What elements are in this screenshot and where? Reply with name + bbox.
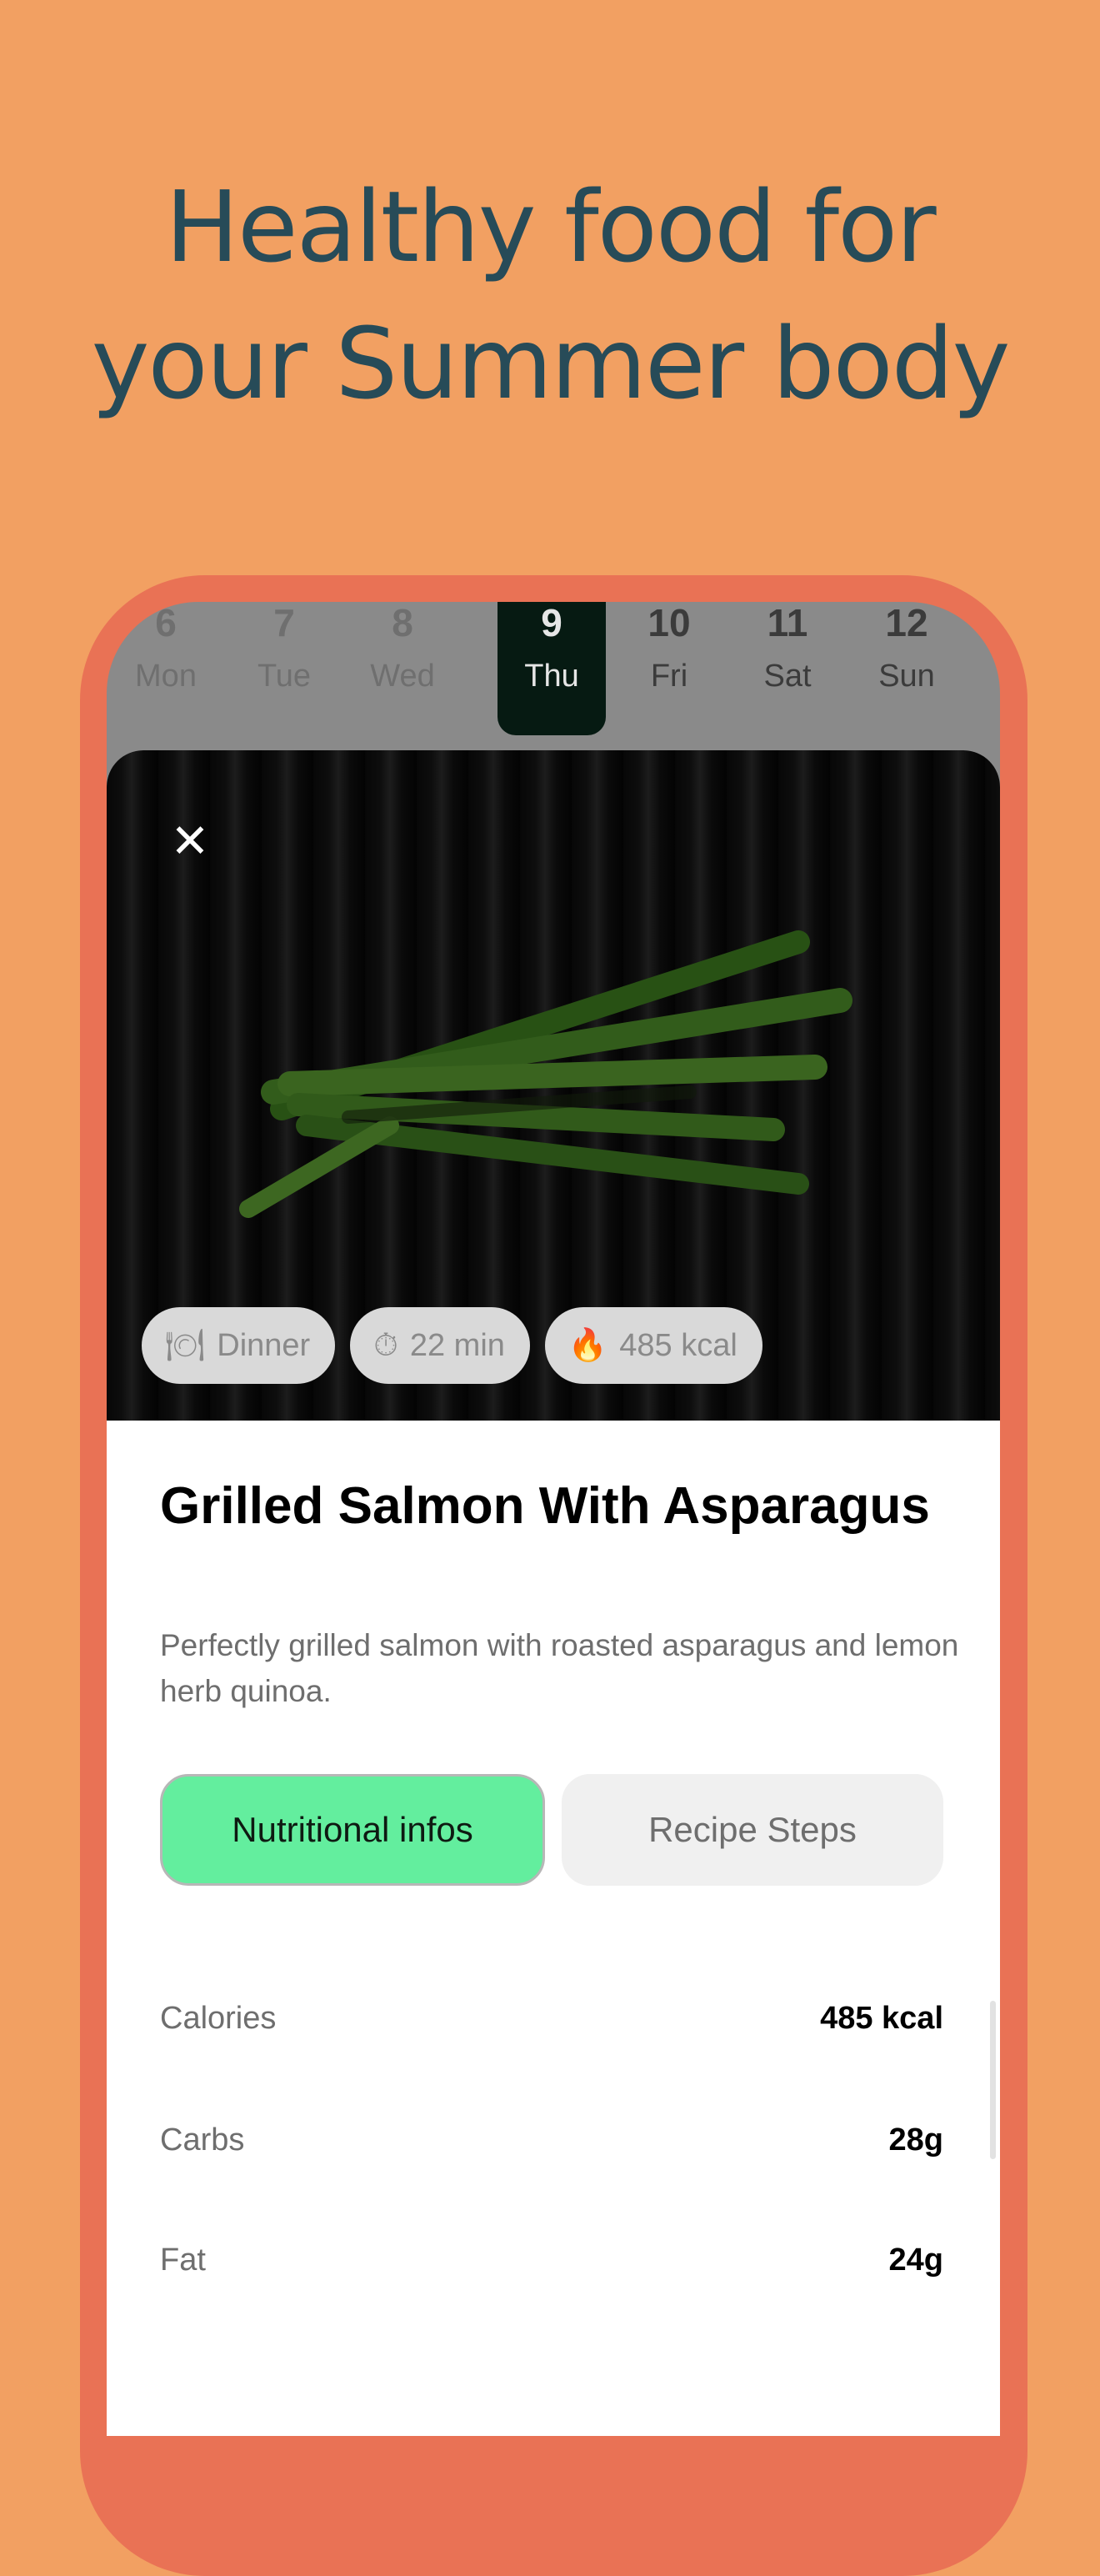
fire-icon: 🔥 <box>568 1328 608 1363</box>
day-label: Sat <box>763 659 812 694</box>
day-label: Fri <box>650 659 688 694</box>
day-picker: 6 Mon 7 Tue 8 Wed 9 Thu 10 Fri 11 Sat 12… <box>107 602 1000 744</box>
day-wed[interactable]: 8 Wed <box>348 602 457 735</box>
day-number: 12 <box>885 602 928 644</box>
day-label: Sun <box>878 659 935 694</box>
day-sun[interactable]: 12 Sun <box>852 602 961 735</box>
chip-label: Dinner <box>217 1328 311 1363</box>
day-label: Wed <box>370 659 435 694</box>
day-thu-selected[interactable]: 9 Thu <box>498 602 606 735</box>
day-number: 6 <box>155 602 177 644</box>
day-number: 7 <box>273 602 295 644</box>
day-fri[interactable]: 10 Fri <box>615 602 723 735</box>
recipe-sheet: ✕ 🍽 Dinner ⏱ 22 min 🔥 485 kcal Grilled Salmon… <box>107 750 1000 2436</box>
day-label: Thu <box>524 659 579 694</box>
phone-screen: 6 Mon 7 Tue 8 Wed 9 Thu 10 Fri 11 Sat 12… <box>107 602 1000 2436</box>
recipe-description: Perfectly grilled salmon with roasted as… <box>160 1628 959 1708</box>
tab-recipe-steps[interactable]: Recipe Steps <box>562 1774 943 1886</box>
nutrition-value: 24g <box>888 2243 943 2278</box>
nutrition-value: 28g <box>888 2122 943 2158</box>
plate-icon: 🍽 <box>165 1328 206 1363</box>
chip-label: 22 min <box>409 1328 505 1363</box>
day-number: 9 <box>541 602 562 644</box>
nutrition-row-calories: Calories 485 kcal <box>160 2001 943 2051</box>
headline-line-1: Healthy food for <box>165 169 936 284</box>
headline-line-2: your Summer body <box>91 306 1011 421</box>
chip-label: 485 kcal <box>619 1328 738 1363</box>
day-number: 11 <box>767 602 808 644</box>
recipe-chips: 🍽 Dinner ⏱ 22 min 🔥 485 kcal <box>142 1307 778 1384</box>
day-label: Tue <box>257 659 312 694</box>
day-mon[interactable]: 6 Mon <box>112 602 220 735</box>
nutrition-row-fat: Fat 24g <box>160 2243 943 2293</box>
day-number: 10 <box>648 602 691 644</box>
day-label: Mon <box>135 659 197 694</box>
recipe-photo: ✕ 🍽 Dinner ⏱ 22 min 🔥 485 kcal <box>107 750 1000 1421</box>
scrollbar[interactable] <box>990 2001 996 2159</box>
tab-nutritional-infos[interactable]: Nutritional infos <box>160 1774 545 1886</box>
meal-type-chip: 🍽 Dinner <box>142 1307 336 1384</box>
nutrition-label: Fat <box>160 2243 206 2278</box>
nutrition-row-carbs: Carbs 28g <box>160 2122 943 2173</box>
nutrition-value: 485 kcal <box>820 2001 943 2036</box>
day-tue[interactable]: 7 Tue <box>230 602 338 735</box>
day-number: 8 <box>392 602 413 644</box>
recipe-title: Grilled Salmon With Asparagus <box>160 1477 930 1535</box>
close-icon[interactable]: ✕ <box>165 817 215 867</box>
nutrition-label: Carbs <box>160 2122 245 2158</box>
headline: Healthy food for your Summer body <box>0 158 1100 432</box>
stopwatch-icon: ⏱ <box>373 1328 398 1363</box>
calories-chip: 🔥 485 kcal <box>544 1307 762 1384</box>
day-sat[interactable]: 11 Sat <box>733 602 842 735</box>
nutrition-label: Calories <box>160 2001 277 2036</box>
duration-chip: ⏱ 22 min <box>350 1307 530 1384</box>
